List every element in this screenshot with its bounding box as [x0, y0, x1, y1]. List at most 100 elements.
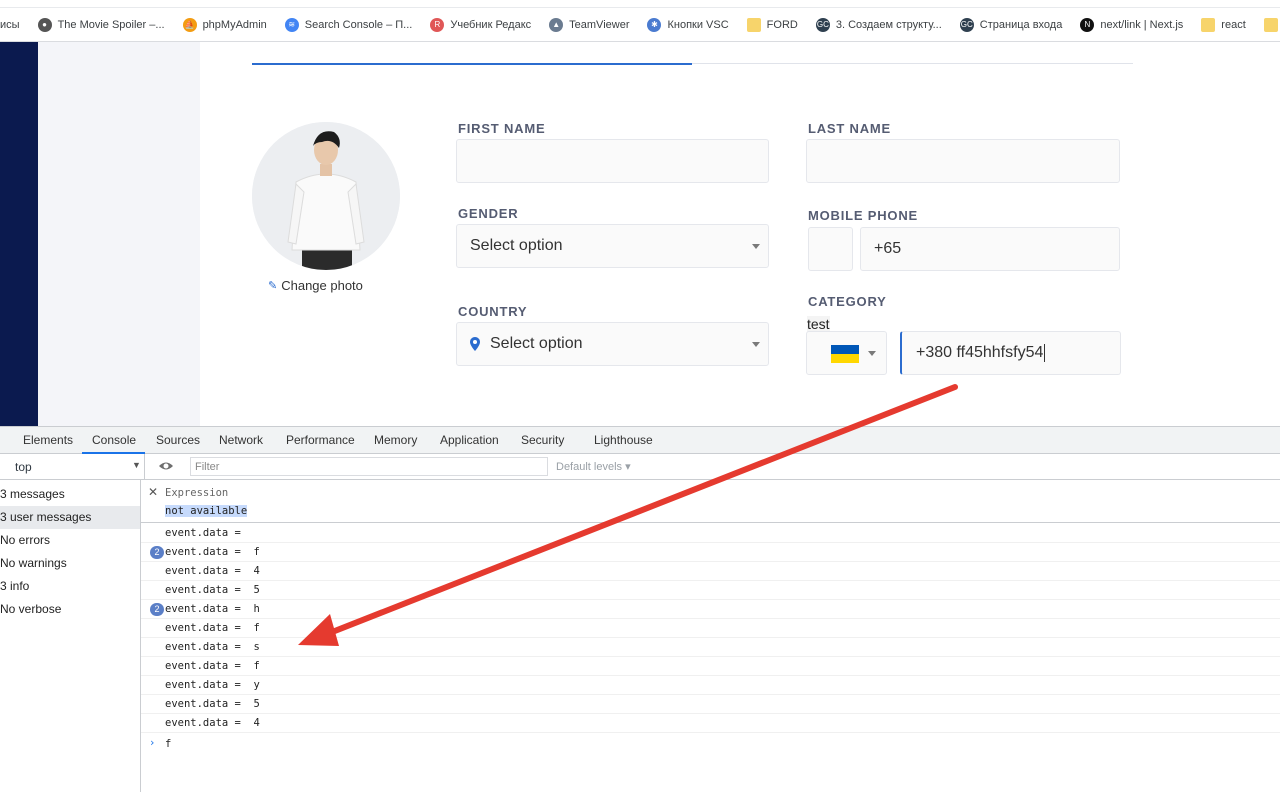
- sidebar-item-user-messages[interactable]: 3 user messages: [0, 506, 140, 529]
- close-icon[interactable]: ✕: [148, 485, 158, 499]
- bookmark-item[interactable]: R Учебник Редакс: [430, 17, 531, 32]
- tab-memory[interactable]: Memory: [374, 433, 417, 447]
- sidebar-item-label: 3 info: [0, 579, 30, 593]
- bookmark-item[interactable]: ≋ Search Console – П...: [284, 17, 413, 32]
- repeat-count-badge: 2: [150, 603, 164, 616]
- location-pin-icon: [470, 337, 480, 351]
- sidebar-item-info[interactable]: 3 info: [0, 575, 140, 598]
- gender-select-value: Select option: [470, 237, 563, 254]
- bookmark-item[interactable]: ● The Movie Spoiler –...: [37, 17, 165, 32]
- log-levels-dropdown[interactable]: Default levels ▾: [556, 460, 631, 473]
- tab-sources[interactable]: Sources: [156, 433, 200, 447]
- bookmark-item[interactable]: react: [1201, 17, 1246, 32]
- sidebar-item-label: 3 user messages: [0, 510, 92, 524]
- phpmyadmin-icon: ⛵: [182, 17, 197, 32]
- gc-icon: GC: [959, 17, 974, 32]
- console-message-row[interactable]: event.data = f: [141, 619, 1280, 638]
- tab-elements[interactable]: Elements: [23, 433, 73, 447]
- tab-console[interactable]: Console: [92, 433, 136, 447]
- bookmark-item[interactable]: GC Страница входа: [959, 17, 1062, 32]
- devtools-panel: Elements Console Sources Network Perform…: [0, 426, 1280, 792]
- bookmark-item[interactable]: ✱ Кнопки VSC: [647, 17, 729, 32]
- console-message-row[interactable]: event.data = 5: [141, 581, 1280, 600]
- mobile-phone-field[interactable]: +65: [860, 227, 1120, 271]
- bookmark-label: next/link | Next.js: [1100, 18, 1184, 31]
- avatar: [252, 122, 400, 270]
- nextjs-icon: N: [1080, 17, 1095, 32]
- console-message-row[interactable]: event.data = 4: [141, 714, 1280, 733]
- last-name-field[interactable]: [806, 139, 1120, 183]
- filter-input[interactable]: Filter: [190, 457, 548, 476]
- console-message-text: event.data =: [165, 527, 248, 539]
- prompt-input-value: f: [165, 738, 172, 750]
- console-message-text: event.data = s: [165, 641, 260, 653]
- gender-select[interactable]: Select option: [456, 224, 769, 268]
- bookmark-item[interactable]: GC 3. Создаем структу...: [815, 17, 942, 32]
- sidebar-item-verbose[interactable]: No verbose: [0, 598, 140, 621]
- console-message-row[interactable]: event.data = y: [141, 676, 1280, 695]
- console-message-row[interactable]: event.data = 4: [141, 562, 1280, 581]
- phone-number-input[interactable]: +380 ff45hhfsfy54: [900, 331, 1121, 375]
- folder-icon: [746, 17, 761, 32]
- console-message-row[interactable]: event.data =: [141, 524, 1280, 543]
- console-message-text: event.data = 5: [165, 698, 260, 710]
- tab-performance[interactable]: Performance: [286, 433, 355, 447]
- globe-icon: ●: [37, 17, 52, 32]
- mobile-country-code-field[interactable]: [808, 227, 853, 271]
- context-selector[interactable]: top ▼: [0, 454, 145, 479]
- console-output: ✕ Expression not available event.data = …: [141, 480, 1280, 792]
- console-message-row[interactable]: 2 event.data = h: [141, 600, 1280, 619]
- live-expression: ✕ Expression not available: [141, 480, 1280, 523]
- bookmark-label: phpMyAdmin: [202, 18, 267, 31]
- category-label: CATEGORY: [808, 294, 887, 309]
- browser-address-strip: [0, 0, 1280, 8]
- folder-icon: [1201, 17, 1216, 32]
- expression-value: not available: [165, 505, 248, 517]
- bookmark-item[interactable]: Express: [1263, 17, 1280, 32]
- bookmark-label: Search Console – П...: [304, 18, 413, 31]
- dropdown-triangle-icon: ▼: [132, 460, 141, 470]
- category-tag[interactable]: test: [807, 316, 830, 332]
- tab-application[interactable]: Application: [440, 433, 499, 447]
- ukraine-flag-icon: [831, 345, 859, 363]
- bookmark-item[interactable]: ⛵ phpMyAdmin: [182, 17, 267, 32]
- vsc-icon: ✱: [647, 17, 662, 32]
- console-toolbar: top ▼ Filter Default levels ▾: [0, 454, 1280, 480]
- prompt-chevron-icon: ›: [149, 737, 156, 749]
- tab-lighthouse[interactable]: Lighthouse: [594, 433, 653, 447]
- console-message-row[interactable]: event.data = 5: [141, 695, 1280, 714]
- sidebar-item-warnings[interactable]: No warnings: [0, 552, 140, 575]
- console-message-text: event.data = y: [165, 679, 260, 691]
- console-message-text: event.data = h: [165, 603, 260, 615]
- change-photo-link[interactable]: ✎ Change photo: [268, 278, 363, 293]
- first-name-field[interactable]: [456, 139, 769, 183]
- console-message-row[interactable]: event.data = s: [141, 638, 1280, 657]
- console-message-text: event.data = f: [165, 546, 260, 558]
- sidebar-item-messages[interactable]: 3 messages: [0, 483, 140, 506]
- bookmark-item[interactable]: Nnext/link | Next.js: [1080, 17, 1184, 32]
- chevron-down-icon: [752, 342, 760, 347]
- bookmark-item[interactable]: исы: [0, 18, 20, 32]
- console-message-row[interactable]: 2 event.data = f: [141, 543, 1280, 562]
- bookmark-label: TeamViewer: [569, 18, 630, 31]
- tab-network[interactable]: Network: [219, 433, 263, 447]
- bookmark-item[interactable]: ▲ TeamViewer: [549, 17, 630, 32]
- tab-active-underline: [252, 63, 692, 65]
- bookmark-label: FORD: [766, 18, 798, 31]
- repeat-count-badge: 2: [150, 546, 164, 559]
- country-label: COUNTRY: [458, 304, 528, 319]
- phone-country-select[interactable]: [806, 331, 887, 375]
- console-message-row[interactable]: event.data = f: [141, 657, 1280, 676]
- sidebar-item-label: No warnings: [0, 556, 67, 570]
- app-sidebar: [0, 42, 38, 426]
- eye-icon[interactable]: [158, 458, 174, 474]
- chevron-down-icon: [752, 244, 760, 249]
- bookmark-item[interactable]: FORD: [746, 17, 798, 32]
- text-cursor: [1044, 344, 1046, 362]
- bookmark-label: 3. Создаем структу...: [835, 18, 942, 31]
- tab-underline: [692, 63, 1133, 64]
- sidebar-item-errors[interactable]: No errors: [0, 529, 140, 552]
- country-select[interactable]: Select option: [456, 322, 769, 366]
- tab-security[interactable]: Security: [521, 433, 564, 447]
- console-prompt[interactable]: › f: [141, 734, 1280, 754]
